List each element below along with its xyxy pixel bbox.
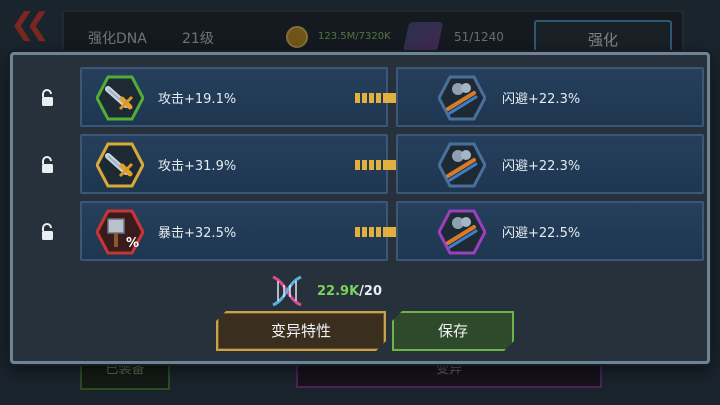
back-chevron-icon[interactable]: ❮❮	[10, 10, 50, 44]
dna-stock-icon	[402, 22, 444, 52]
sword-icon	[96, 142, 144, 188]
trait-row: 攻击+31.9% 闪避+22.3%	[13, 134, 707, 196]
new-trait-card: 闪避+22.3%	[396, 67, 704, 127]
current-trait-stat: 攻击+31.9%	[158, 159, 237, 174]
mutate-traits-button[interactable]: 变异特性	[216, 311, 386, 351]
coin-amount: 123.5M/7320K	[318, 31, 391, 42]
unlock-icon[interactable]	[39, 223, 57, 241]
dodge-icon	[438, 209, 486, 255]
dna-need: 20	[363, 284, 382, 299]
dodge-icon	[438, 75, 486, 121]
dodge-icon	[438, 142, 486, 188]
current-trait-stat: 暴击+32.5%	[158, 226, 237, 241]
new-trait-card: 闪避+22.5%	[396, 201, 704, 261]
dna-amount: 22.9K/20	[317, 284, 382, 299]
coin-icon	[286, 26, 308, 48]
mutation-dialog: 攻击+19.1% 闪避+22.3% 攻击+31.9% 闪避+22.3% % 暴击…	[10, 52, 710, 364]
trait-row: % 暴击+32.5% 闪避+22.5%	[13, 201, 707, 263]
dna-stock-amount: 51/1240	[454, 30, 504, 44]
save-button[interactable]: 保存	[392, 311, 514, 351]
sword-icon	[96, 75, 144, 121]
background-title: 强化DNA	[88, 31, 147, 47]
new-trait-stat: 闪避+22.3%	[502, 92, 581, 107]
current-trait-stat: 攻击+19.1%	[158, 92, 237, 107]
svg-text:%: %	[126, 236, 139, 251]
dna-helix-icon	[272, 275, 302, 307]
new-trait-stat: 闪避+22.3%	[502, 159, 581, 174]
new-trait-stat: 闪避+22.5%	[502, 226, 581, 241]
dna-have: 22.9K	[317, 284, 360, 299]
new-trait-card: 闪避+22.3%	[396, 134, 704, 194]
unlock-icon[interactable]	[39, 89, 57, 107]
current-trait-card: 攻击+31.9%	[80, 134, 388, 194]
crit-hammer-icon: %	[96, 209, 144, 255]
current-trait-card: % 暴击+32.5%	[80, 201, 388, 261]
dna-cost-counter: 22.9K/20	[267, 273, 397, 309]
current-trait-card: 攻击+19.1%	[80, 67, 388, 127]
unlock-icon[interactable]	[39, 156, 57, 174]
trait-row: 攻击+19.1% 闪避+22.3%	[13, 67, 707, 129]
background-level: 21级	[182, 31, 214, 47]
